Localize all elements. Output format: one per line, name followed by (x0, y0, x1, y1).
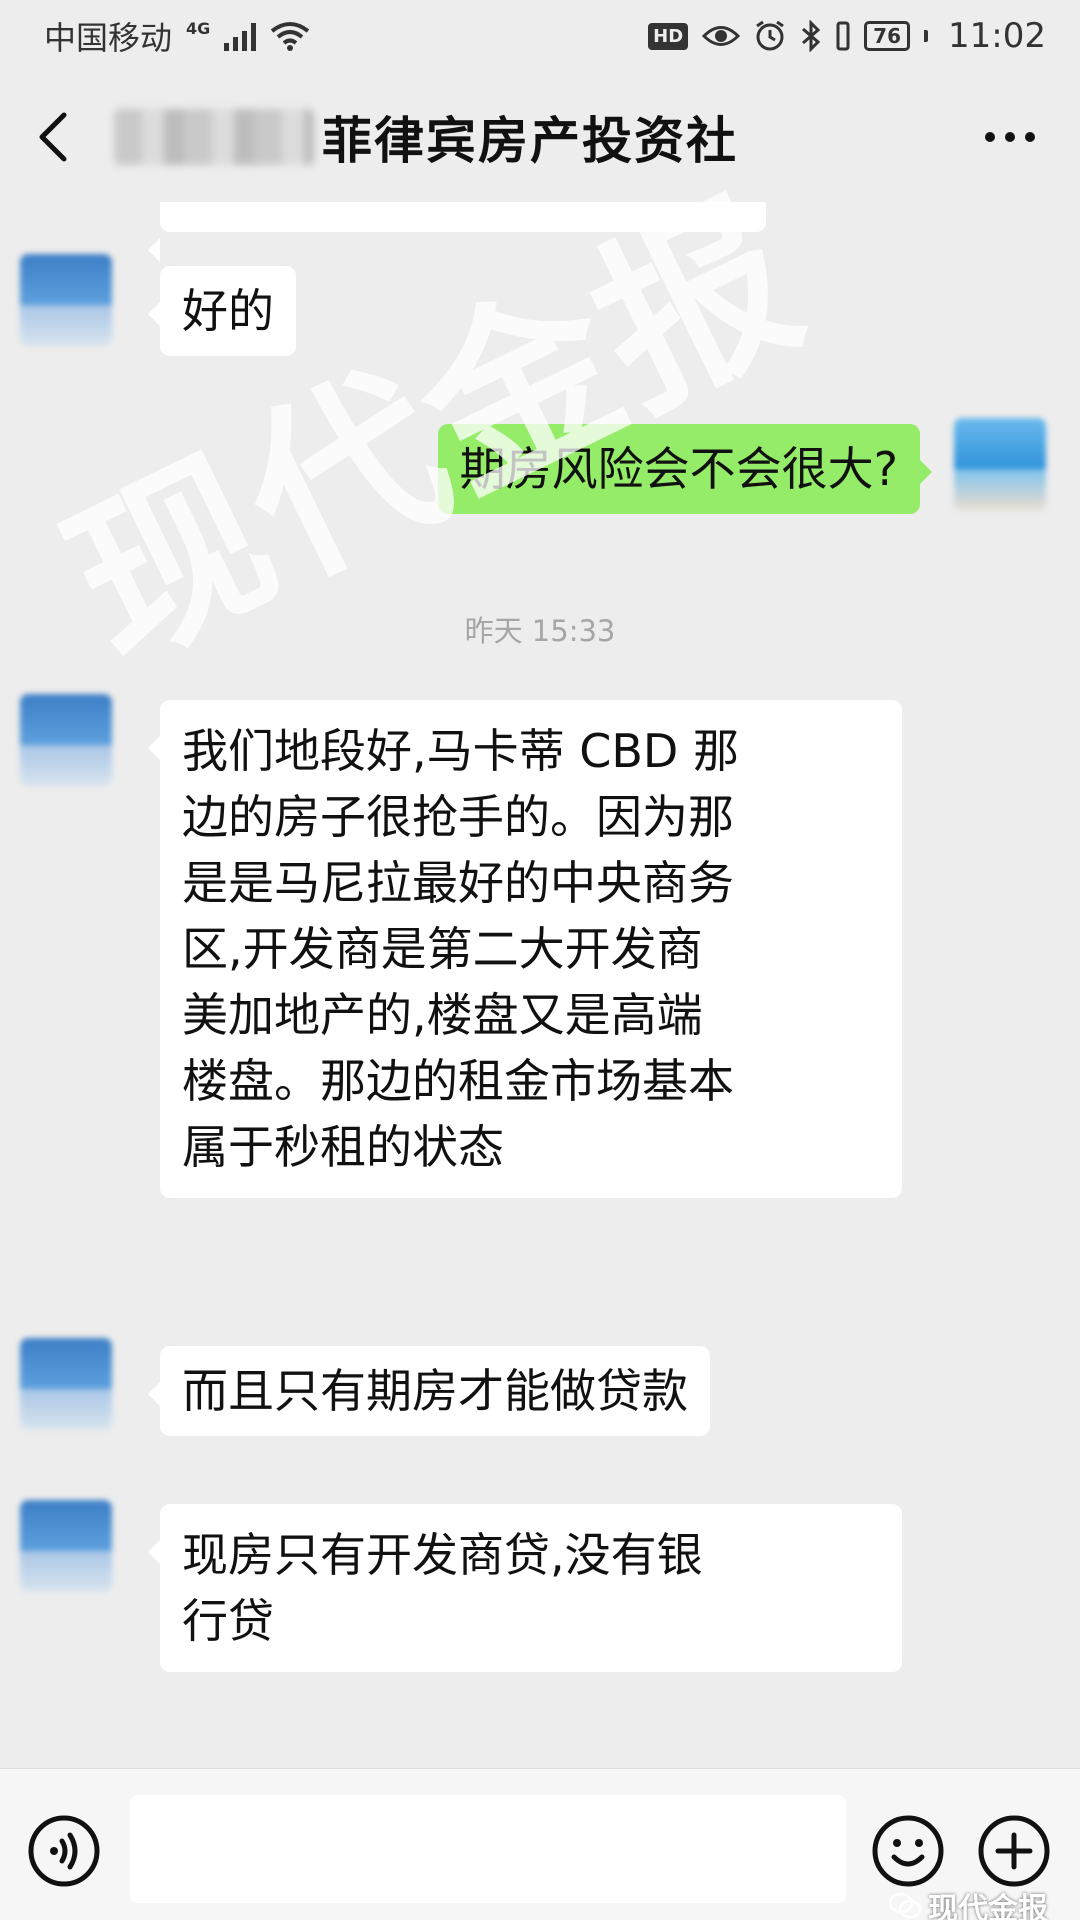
status-left: 中国移动 4G (44, 13, 310, 59)
message-line: 楼盘。那边的租金市场基本 (182, 1054, 734, 1108)
battery-level: 76 (873, 24, 902, 48)
alarm-icon (756, 20, 785, 51)
avatar[interactable] (20, 1338, 112, 1430)
voice-icon (28, 1815, 100, 1887)
vibrate-icon (836, 21, 850, 51)
message-timestamp: 昨天 15:33 (464, 614, 616, 648)
chat-title: 菲律宾房产投资社 (322, 112, 738, 170)
message-text: 期房风险会不会很大? (459, 442, 898, 496)
chat-header: 菲律宾房产投资社 (0, 72, 1080, 202)
message-bubble-self[interactable]: 期房风险会不会很大? (437, 424, 933, 514)
network-type: 4G (186, 19, 211, 38)
back-icon (39, 112, 67, 162)
status-right: HD 76 11:02 (648, 16, 1046, 56)
message-line: 我们地段好,马卡蒂 CBD 那 (182, 724, 739, 778)
avatar[interactable] (20, 254, 112, 346)
message-input[interactable] (130, 1795, 846, 1903)
message-line: 是是马尼拉最好的中央商务 (182, 856, 734, 910)
message-line: 行贷 (182, 1594, 274, 1648)
wifi-icon (271, 22, 310, 51)
status-time: 11:02 (948, 16, 1046, 56)
partial-message-bubble[interactable] (148, 202, 766, 262)
emoji-button[interactable] (870, 1813, 946, 1889)
avatar[interactable] (20, 1500, 112, 1592)
message-text: 好的 (182, 284, 274, 338)
source-watermark: 现代金报 (888, 1884, 1048, 1920)
avatar-self[interactable] (954, 418, 1046, 510)
hd-badge: HD (648, 22, 689, 50)
redacted-name (114, 109, 314, 165)
message-line: 区,开发商是第二大开发商 (182, 922, 703, 976)
bluetooth-icon (802, 20, 821, 52)
emoji-icon (872, 1815, 944, 1887)
message-line: 属于秒租的状态 (182, 1120, 504, 1174)
source-watermark-text: 现代金报 (928, 1892, 1048, 1920)
message-bubble[interactable]: 我们地段好,马卡蒂 CBD 那 边的房子很抢手的。因为那 是是马尼拉最好的中央商… (148, 700, 902, 1198)
battery-tip (924, 30, 929, 42)
back-button[interactable] (4, 87, 104, 187)
plus-icon (978, 1815, 1050, 1887)
message-bubble[interactable]: 现房只有开发商贷,没有银 行贷 (148, 1504, 902, 1672)
message-line: 现房只有开发商贷,没有银 (182, 1528, 703, 1582)
message-bubble[interactable]: 好的 (148, 266, 296, 356)
message-text: 而且只有期房才能做贷款 (182, 1364, 688, 1418)
more-button[interactable] (970, 97, 1050, 177)
message-line: 美加地产的,楼盘又是高端 (182, 988, 703, 1042)
signal-icon (224, 21, 257, 51)
carrier-name: 中国移动 (44, 19, 173, 57)
voice-button[interactable] (26, 1813, 102, 1889)
message-bubble[interactable]: 而且只有期房才能做贷款 (148, 1346, 710, 1436)
status-bar: 中国移动 4G HD 76 11:02 (0, 0, 1080, 72)
wechat-icon (888, 1892, 922, 1919)
plus-button[interactable] (976, 1813, 1052, 1889)
eye-icon (702, 26, 741, 46)
avatar[interactable] (20, 694, 112, 786)
more-icon (985, 132, 1035, 142)
message-line: 边的房子很抢手的。因为那 (182, 790, 734, 844)
battery-indicator: 76 (864, 21, 911, 51)
